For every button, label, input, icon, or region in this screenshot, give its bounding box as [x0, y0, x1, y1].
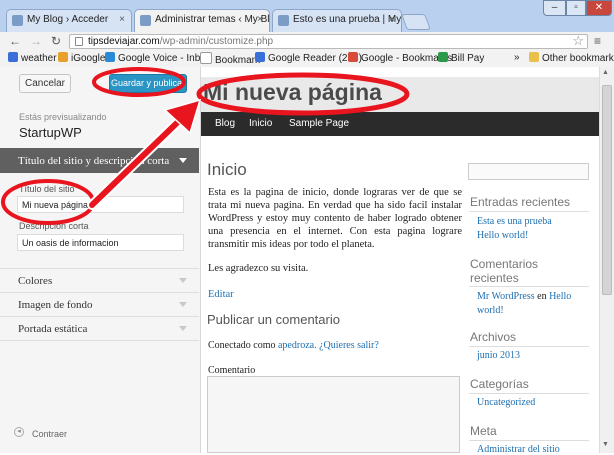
site-title-field-highlight	[1, 179, 95, 225]
save-button-highlight	[92, 67, 186, 97]
annotation-overlay	[1, 67, 410, 225]
annotation-arrow	[89, 115, 185, 208]
site-title-highlight	[196, 72, 410, 116]
